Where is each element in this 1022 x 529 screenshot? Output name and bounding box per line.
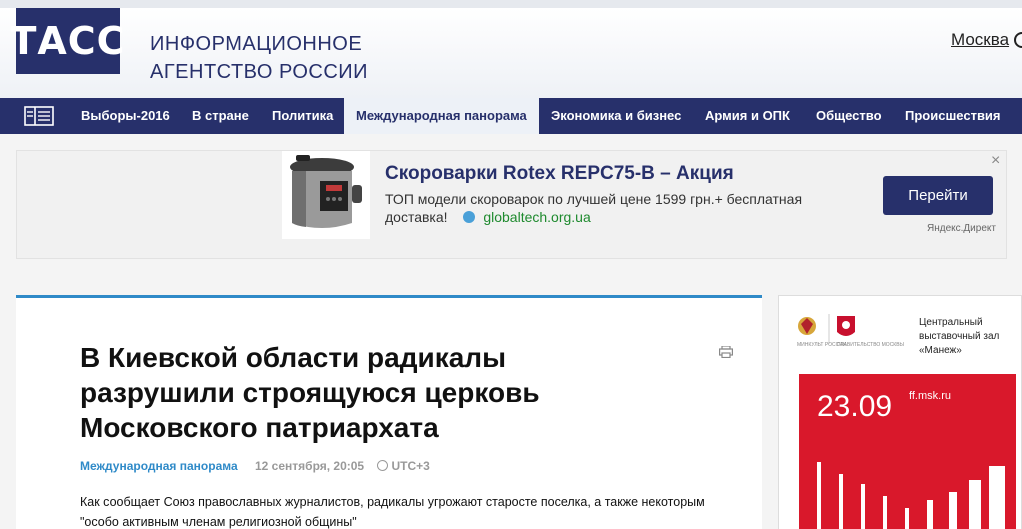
ad-title[interactable]: Скороварки Rotex REPC75-B – Акция [385, 163, 734, 185]
tass-logo[interactable]: ТАСС [10, 8, 125, 74]
ad-description: ТОП модели скороварок по лучшей цене 159… [385, 191, 803, 225]
ad-go-button[interactable]: Перейти [883, 176, 993, 215]
agency-line-1: ИНФОРМАЦИОННОЕ [150, 33, 363, 55]
government-caption: ПРАВИТЕЛЬСТВО МОСКВЫ [837, 342, 904, 348]
globe-icon [463, 211, 476, 223]
bars-graphic [817, 462, 1005, 529]
banner-red-panel: 23.09 ff.msk.ru [799, 374, 1016, 529]
city-selector[interactable]: Москва [951, 30, 1009, 50]
article-lead: Как сообщает Союз православных журналист… [80, 495, 705, 529]
nav-item-international[interactable]: Международная панорама [344, 98, 539, 134]
nav-item-country[interactable]: В стране [192, 98, 249, 134]
timezone-label: UTC+3 [391, 459, 430, 473]
main-navigation: Выборы-2016 В стране Политика Международ… [0, 98, 1022, 134]
menu-icon[interactable] [24, 105, 54, 127]
agency-line-2: АГЕНТСТВО РОССИИ [150, 61, 369, 83]
ad-domain-link[interactable]: globaltech.org.ua [483, 209, 590, 225]
print-icon[interactable] [719, 346, 733, 358]
clock-icon[interactable] [1014, 32, 1022, 48]
logo-text: ТАСС [10, 19, 126, 63]
ad-text[interactable]: ТОП модели скороварок по лучшей цене 159… [385, 190, 845, 226]
agency-name: ИНФОРМАЦИОННОЕ АГЕНТСТВО РОССИИ [150, 30, 368, 86]
site-header: ТАСС ИНФОРМАЦИОННОЕ АГЕНТСТВО РОССИИ Мос… [0, 0, 1022, 98]
clock-icon [377, 460, 389, 471]
pressure-cooker-image[interactable] [282, 151, 370, 239]
nav-item-society[interactable]: Общество [816, 98, 882, 134]
article-meta: Международная панорама 12 сентября, 20:0… [80, 459, 430, 473]
emblems-icon [798, 314, 855, 344]
article-date: 12 сентября, 20:05 [255, 459, 365, 473]
ad-network-label[interactable]: Яндекс.Директ [927, 223, 996, 234]
side-banner[interactable]: МИНКУЛЬТ РОССИИ ПРАВИТЕЛЬСТВО МОСКВЫ Цен… [778, 295, 1022, 529]
nav-item-politics[interactable]: Политика [272, 98, 333, 134]
article-category-link[interactable]: Международная панорама [80, 459, 238, 473]
article: В Киевской области радикалы разрушили ст… [16, 295, 762, 529]
article-timezone: UTC+3 [377, 459, 430, 473]
nav-item-incidents[interactable]: Происшествия [905, 98, 1001, 134]
close-icon[interactable]: × [991, 152, 1000, 170]
article-title: В Киевской области радикалы разрушили ст… [80, 342, 540, 443]
nav-item-army[interactable]: Армия и ОПК [705, 98, 790, 134]
ad-block: Скороварки Rotex REPC75-B – Акция ТОП мо… [16, 150, 1007, 259]
venue-name: Центральный выставочный зал «Манеж» [919, 317, 1000, 356]
nav-item-economy[interactable]: Экономика и бизнес [551, 98, 681, 134]
nav-item-elections[interactable]: Выборы-2016 [81, 98, 170, 134]
